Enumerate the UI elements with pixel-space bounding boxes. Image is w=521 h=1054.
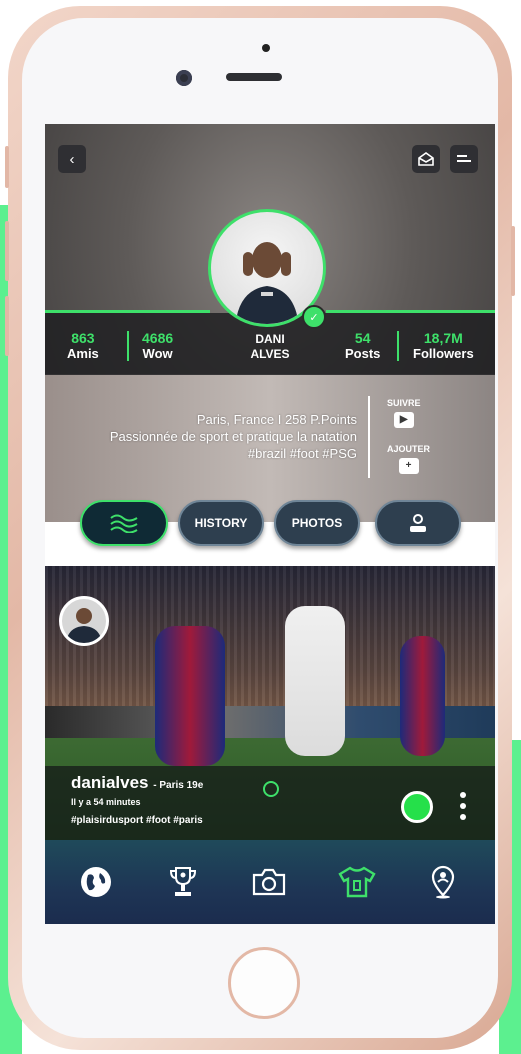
nav-camera[interactable]: [249, 862, 289, 902]
avatar-photo: [66, 608, 102, 643]
bio-location-points: Paris, France I 258 P.Points: [196, 412, 357, 427]
menu-button[interactable]: [450, 145, 478, 173]
power-button: [511, 226, 515, 296]
envelope-open-icon: [418, 152, 434, 166]
map-pin-icon: [431, 865, 455, 899]
post-location: - Paris 19e: [153, 780, 204, 791]
tab-history[interactable]: HISTORY: [178, 500, 264, 546]
tab-photos-label: PHOTOS: [291, 516, 343, 530]
power-icon: [263, 781, 279, 797]
stat-divider: [397, 331, 399, 361]
user-icon: [410, 514, 426, 532]
nav-location[interactable]: [423, 862, 463, 902]
back-button[interactable]: ‹: [58, 145, 86, 173]
post-photo-player: [400, 636, 445, 756]
post-username: danialves: [71, 773, 149, 792]
verified-badge-icon: ✓: [302, 305, 326, 329]
post-photo-player: [285, 606, 345, 756]
jersey-icon: [338, 866, 376, 898]
camera-icon: [252, 868, 286, 896]
avatar-photo: [235, 242, 299, 324]
follow-button[interactable]: SUIVRE ▶: [387, 398, 421, 428]
volume-down-button: [5, 296, 9, 356]
post-photo-player: [155, 626, 225, 766]
front-camera: [176, 70, 192, 86]
app-screen: ‹ ✓ 863 Amis 4686 Wow DANI ALVES 54 Post…: [45, 124, 495, 924]
feed-post[interactable]: danialves - Paris 19e Il y a 54 minutes …: [45, 566, 495, 840]
earpiece-speaker: [226, 73, 282, 81]
more-options-button[interactable]: [460, 792, 466, 825]
stat-amis-value: 863: [71, 330, 95, 346]
menu-icon: [457, 155, 471, 162]
follow-icon: ▶: [393, 412, 414, 428]
stat-posts[interactable]: 54 Posts: [345, 330, 380, 362]
bio-hashtags: #brazil #foot #PSG: [247, 446, 357, 461]
add-friend-label: AJOUTER: [387, 444, 431, 454]
stat-wow-value: 4686: [142, 330, 174, 346]
tab-profile[interactable]: [375, 500, 461, 546]
bottom-nav: [45, 840, 495, 924]
bio-description: Passionnée de sport et pratique la natat…: [109, 429, 357, 444]
profile-header: ‹ ✓ 863 Amis 4686 Wow DANI ALVES 54 Post…: [45, 124, 495, 522]
nav-team[interactable]: [337, 862, 377, 902]
stat-amis-label: Amis: [67, 346, 99, 361]
stat-wow[interactable]: 4686 Wow: [142, 330, 173, 362]
post-author-avatar[interactable]: [59, 596, 109, 646]
kebab-dot: [460, 803, 466, 809]
home-button[interactable]: [228, 947, 300, 1019]
globe-icon: [81, 867, 111, 897]
profile-name: DANI ALVES: [225, 332, 315, 362]
status-indicator[interactable]: [401, 791, 433, 823]
kebab-dot: [460, 814, 466, 820]
waves-icon: [110, 514, 138, 533]
kebab-dot: [460, 792, 466, 798]
add-friend-button[interactable]: AJOUTER +: [387, 444, 430, 474]
nav-trophies[interactable]: [163, 862, 203, 902]
trophy-icon: [169, 867, 197, 896]
profile-bio: Paris, France I 258 P.Points Passionnée …: [110, 411, 357, 462]
chevron-left-icon: ‹: [69, 150, 75, 168]
profile-first-name: DANI: [255, 332, 285, 346]
profile-last-name: ALVES: [250, 347, 290, 361]
tab-feed[interactable]: [80, 500, 168, 546]
stat-followers[interactable]: 18,7M Followers: [413, 330, 474, 362]
stat-followers-value: 18,7M: [423, 330, 463, 346]
post-author[interactable]: danialves - Paris 19e: [71, 773, 203, 793]
tab-photos[interactable]: PHOTOS: [274, 500, 360, 546]
stat-followers-label: Followers: [413, 346, 474, 361]
tab-history-label: HISTORY: [194, 516, 248, 530]
stat-posts-value: 54: [354, 330, 371, 346]
message-button[interactable]: [412, 145, 440, 173]
follow-label: SUIVRE: [387, 398, 421, 408]
stat-amis[interactable]: 863 Amis: [67, 330, 99, 362]
stat-wow-label: Wow: [142, 346, 173, 361]
post-timestamp: Il y a 54 minutes: [71, 797, 141, 807]
post-hashtags: #plaisirdusport #foot #paris: [71, 815, 203, 826]
bio-divider: [368, 396, 370, 478]
plus-icon: +: [398, 458, 419, 474]
proximity-sensor: [262, 44, 270, 52]
stat-divider: [127, 331, 129, 361]
stat-posts-label: Posts: [345, 346, 381, 361]
mute-switch: [5, 146, 9, 188]
nav-explore[interactable]: [76, 862, 116, 902]
volume-up-button: [5, 221, 9, 281]
